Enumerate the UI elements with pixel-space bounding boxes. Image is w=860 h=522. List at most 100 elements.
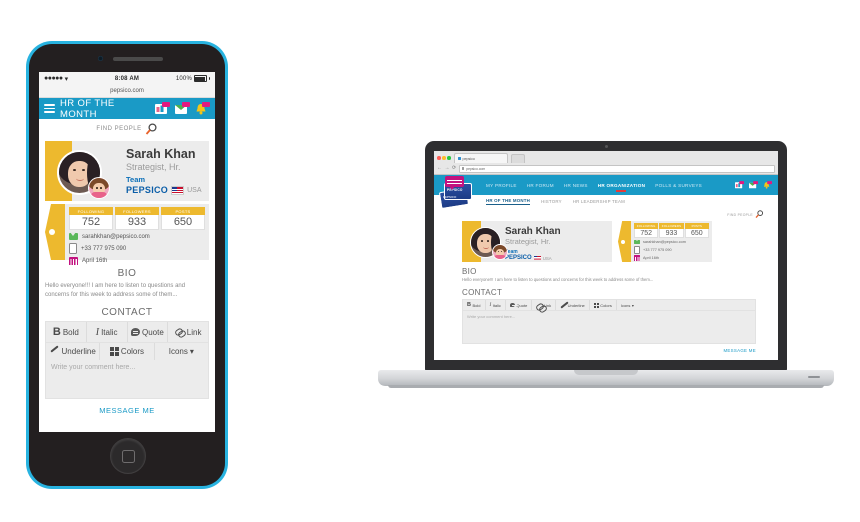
window-controls[interactable] [437, 156, 451, 160]
find-people-row[interactable]: FIND PEOPLE [39, 119, 215, 139]
nav-item-my-profile[interactable]: MY PROFILE [486, 183, 517, 188]
browser-tab-bar: pepsico [437, 153, 775, 163]
profile-name: Sarah Khan [126, 147, 196, 161]
comment-editor: B Bold I Italic Quote Link Underline Col… [45, 321, 209, 399]
bold-label: Bold [62, 327, 79, 337]
italic-button[interactable]: I Italic [486, 300, 506, 310]
italic-icon: I [95, 326, 100, 338]
stat-item: FOLLOWING 752 [634, 223, 659, 238]
contact-heading: CONTACT [101, 307, 153, 318]
home-button[interactable] [110, 438, 146, 474]
link-button[interactable]: Link [168, 322, 208, 342]
subnav-item-hr-leadership-team[interactable]: HR LEADERSHIP TEAM [573, 199, 625, 204]
mail-icon[interactable] [749, 181, 758, 189]
address-text: pepsico.com [466, 166, 486, 171]
underline-button[interactable]: Underline [556, 300, 590, 310]
stats-tag-card: FOLLOWING 752 FOLLOWERS 933 POSTS 650 sa… [45, 204, 209, 265]
icons-dropdown[interactable]: Icons ▾ [617, 300, 755, 310]
contact-email-row[interactable]: sarahkhan@pepsico.com [69, 232, 205, 240]
profile-card: Sarah Khan Strategist, Hr. Team PEPSICO … [45, 141, 209, 201]
find-people-row[interactable]: FIND PEOPLE [434, 208, 778, 219]
bell-icon[interactable] [763, 181, 772, 189]
search-icon[interactable] [755, 210, 764, 219]
browser-tab[interactable]: pepsico [453, 153, 508, 163]
new-tab-button[interactable] [510, 153, 525, 163]
italic-label: Italic [101, 327, 118, 337]
nav-item-polls-surveys[interactable]: POLLS & SURVEYS [655, 183, 702, 188]
back-button[interactable]: ← [437, 166, 442, 171]
stat-item: POSTS 650 [161, 207, 205, 230]
nav-item-hr-organization[interactable]: HR ORGANIZATION [598, 183, 646, 192]
phone-body: ●●●●● ▾ 8:08 AM 100% pepsico.com HR OF T… [29, 44, 225, 486]
battery-icon [193, 75, 207, 82]
nav-item-hr-forum[interactable]: HR FORUM [527, 183, 554, 188]
contact-phone-row[interactable]: +33 777 975 090 [634, 245, 709, 254]
pepsico-logo[interactable]: PEPSICO PEPSICO [438, 176, 478, 210]
news-icon[interactable] [155, 102, 170, 115]
tag-body: FOLLOWING 752 FOLLOWERS 933 POSTS 650 sa… [65, 204, 209, 265]
browser-url-label[interactable]: pepsico.com [39, 85, 215, 98]
profile-role: Strategist, Hr. [126, 162, 181, 172]
colors-button[interactable]: Colors [590, 300, 617, 310]
stat-label: FOLLOWING [69, 207, 113, 215]
site-subnav: HR OF THE MONTH HISTORY HR LEADERSHIP TE… [434, 195, 778, 208]
italic-button[interactable]: I Italic [87, 322, 128, 342]
nav-item-hr-news[interactable]: HR NEWS [564, 183, 588, 188]
contact-phone: +33 777 975 090 [81, 245, 127, 252]
site-header-icons [735, 181, 772, 189]
laptop-screen: pepsico ← → ⟳ pepsico.com PEPSICO MY PRO… [434, 151, 778, 360]
profile-country: USA [187, 186, 202, 194]
mail-icon[interactable] [175, 102, 190, 115]
tag-shape [45, 204, 65, 260]
forward-button[interactable]: → [445, 166, 450, 171]
italic-icon: I [489, 302, 492, 308]
usa-flag-icon [533, 255, 541, 261]
underline-button[interactable]: Underline [46, 343, 101, 360]
quote-button[interactable]: Quote [128, 322, 169, 342]
bio-text: Hello everyone!!! I am here to listen to… [462, 277, 654, 282]
laptop-foot [388, 385, 824, 388]
contact-phone-row[interactable]: +33 777 975 090 [69, 243, 205, 254]
icons-dropdown[interactable]: Icons ▾ [155, 343, 208, 360]
bio-text: Hello everyone!!! I am here to listen to… [45, 283, 186, 298]
icons-label: Icons [620, 302, 631, 308]
secondary-avatar [492, 244, 508, 260]
hamburger-menu-icon[interactable] [44, 104, 55, 113]
underline-label: Underline [61, 347, 96, 356]
link-button[interactable]: Link [532, 300, 557, 310]
brand-name: PEPSICO [505, 255, 532, 261]
comment-input[interactable]: Write your comment here... [45, 360, 209, 399]
browser-chrome: pepsico ← → ⟳ pepsico.com [434, 151, 778, 175]
message-me-button[interactable]: MESSAGE ME [462, 344, 756, 353]
toolbar-row-2: Underline Colors Icons ▾ [45, 342, 209, 360]
bold-button[interactable]: B Bold [463, 300, 486, 310]
usa-flag-icon [171, 185, 185, 195]
contact-date: April 16th [82, 258, 108, 264]
chevron-down-icon: ▾ [189, 347, 194, 356]
message-me-button[interactable]: MESSAGE ME [39, 399, 215, 415]
search-icon[interactable] [145, 122, 158, 136]
quote-icon [509, 302, 517, 308]
bell-icon[interactable] [195, 102, 210, 115]
underline-pencil-icon [560, 303, 566, 308]
reload-button[interactable]: ⟳ [452, 166, 456, 171]
quote-button[interactable]: Quote [506, 300, 533, 310]
signal-icon: ●●●●● [44, 75, 63, 82]
comment-input[interactable]: Write your comment here... [462, 311, 756, 344]
colors-label: Colors [120, 347, 145, 356]
colors-button[interactable]: Colors [100, 343, 155, 360]
find-people-label: FIND PEOPLE [727, 212, 753, 217]
subnav-item-hr-of-the-month[interactable]: HR OF THE MONTH [486, 198, 530, 205]
stat-value: 752 [69, 215, 113, 230]
logo-bubble-icon [445, 176, 464, 190]
news-icon[interactable] [735, 181, 744, 189]
phone-bottom-bezel [29, 428, 225, 486]
tag-body: FOLLOWING 752 FOLLOWERS 933 POSTS 650 sa… [631, 221, 712, 262]
brand-name: PEPSICO [126, 185, 169, 195]
stat-label: POSTS [161, 207, 205, 215]
bold-button[interactable]: B Bold [46, 322, 87, 342]
stat-item: FOLLOWING 752 [69, 207, 113, 230]
subnav-item-history[interactable]: HISTORY [541, 199, 562, 204]
contact-email-row[interactable]: sarahkhan@pepsico.com [634, 239, 709, 244]
address-bar[interactable]: pepsico.com [458, 164, 775, 173]
